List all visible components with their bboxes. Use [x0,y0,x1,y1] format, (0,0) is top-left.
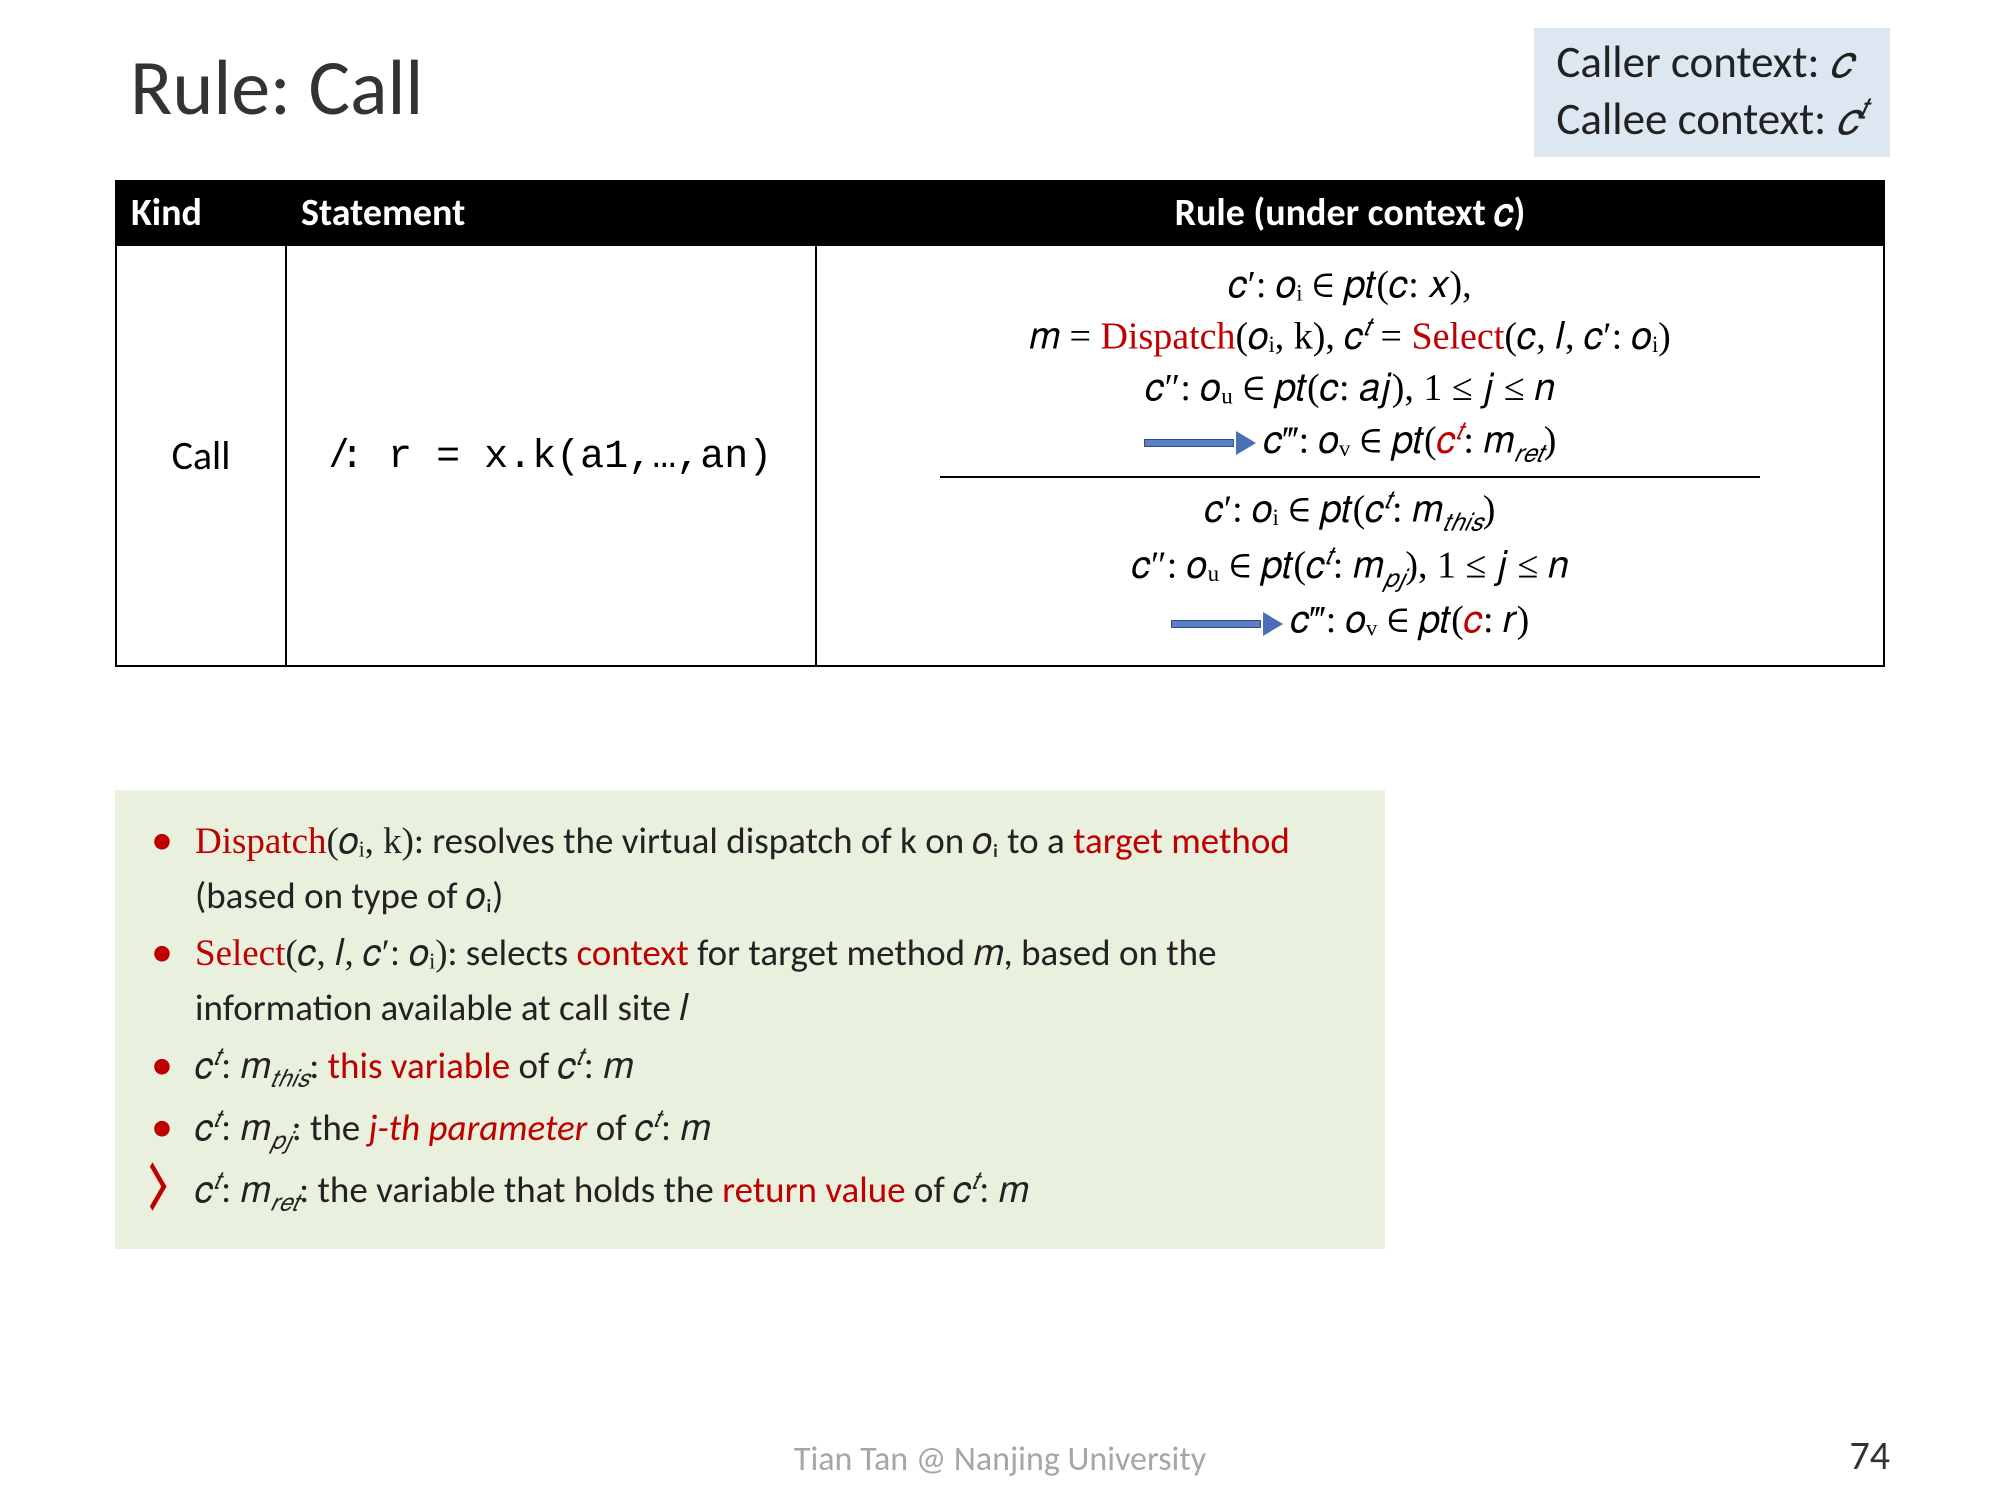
l5a: 𝑐′: 𝑜ᵢ ∈ 𝑝𝑡(𝑐 [1205,489,1385,531]
n4d: j-th parameter [369,1105,588,1150]
dispatch-fn: Dispatch [1100,316,1235,358]
l6c: ), 1 ≤ 𝑗 ≤ 𝑛 [1405,544,1568,586]
rule-premise-1: 𝑐′: 𝑜ᵢ ∈ 𝑝𝑡(𝑐: 𝑥), [1228,260,1471,311]
rule-concl-2: 𝑐″: 𝑜ᵤ ∈ 𝑝𝑡(𝑐𝑡: 𝑚𝑝𝑗), 1 ≤ 𝑗 ≤ 𝑛 [1132,540,1569,596]
stmt-l: 𝑙 [330,431,340,476]
arrow-icon [1171,615,1281,633]
n4e: of 𝑐 [587,1105,653,1150]
n1e: (based on type of 𝑜ᵢ) [195,873,503,918]
n5e: of 𝑐 [906,1167,972,1212]
n5b: : 𝑚 [221,1170,271,1211]
n5c: : the variable that holds the [299,1167,722,1212]
note-dispatch: Dispatch(𝑜ᵢ, k): resolves the virtual di… [139,814,1361,922]
l4sub: 𝑟𝑒𝑡 [1514,440,1543,467]
l4a: 𝑐‴: 𝑜ᵥ ∈ 𝑝𝑡( [1264,419,1437,461]
cell-rule: 𝑐′: 𝑜ᵢ ∈ 𝑝𝑡(𝑐: 𝑥), 𝑚 = Dispatch(𝑜ᵢ, k), … [817,246,1883,665]
n5sub: 𝑟𝑒𝑡 [271,1190,300,1216]
n4sub: 𝑝𝑗 [271,1128,292,1154]
note-mret: 𝑐𝑡: 𝑚𝑟𝑒𝑡: the variable that holds the re… [139,1163,1361,1221]
stmt-rest: : r = x.k(a1,…,an) [340,435,772,480]
rule-concl-1: 𝑐′: 𝑜ᵢ ∈ 𝑝𝑡(𝑐𝑡: 𝑚𝑡ℎ𝑖𝑠) [1205,484,1496,540]
rule-premise-2: 𝑚 = Dispatch(𝑜ᵢ, k), 𝑐𝑡 = Select(𝑐, 𝑙, 𝑐… [1029,311,1671,363]
notes-box: Dispatch(𝑜ᵢ, k): resolves the virtual di… [115,790,1385,1249]
cell-statement: 𝑙: r = x.k(a1,…,an) [287,246,817,665]
arrow-icon [1144,434,1254,452]
n1d: target method [1073,818,1290,863]
n3sup: 𝑡 [214,1044,221,1070]
slide-title: Rule: Call [130,40,423,135]
n2a: Select [195,933,285,974]
caller-context-row: Caller context: 𝑐 [1556,34,1868,91]
n4f: : 𝑚 [661,1108,711,1149]
l5c: ) [1483,489,1496,531]
rule-premise-3: 𝑐″: 𝑜ᵤ ∈ 𝑝𝑡(𝑐: 𝑎𝑗), 1 ≤ 𝑗 ≤ 𝑛 [1145,363,1554,414]
n1c: : resolves the virtual dispatch of k on … [414,818,1073,863]
cell-kind: Call [117,246,287,665]
l5b: : 𝑚 [1392,489,1443,531]
n3e: of 𝑐 [510,1043,576,1088]
n2b: (𝑐, 𝑙, 𝑐′: 𝑜ᵢ) [285,933,447,974]
n4a: 𝑐 [195,1108,214,1149]
l5sub: 𝑡ℎ𝑖𝑠 [1443,509,1483,536]
l2d: (𝑐, 𝑙, 𝑐′: 𝑜ᵢ) [1504,316,1671,358]
l6b: : 𝑚 [1333,544,1384,586]
n5sup2: 𝑡 [972,1169,979,1195]
n4sup2: 𝑡 [654,1106,661,1132]
l4ct: 𝑐 [1437,419,1456,461]
callee-context-row: Callee context: 𝑐𝑡 [1556,91,1868,148]
n5sup: 𝑡 [214,1169,221,1195]
callee-context-sym: 𝑐 [1836,94,1859,144]
note-mthis: 𝑐𝑡: 𝑚𝑡ℎ𝑖𝑠: this variable of 𝑐𝑡: 𝑚 [139,1039,1361,1097]
l4b: : 𝑚 [1463,419,1514,461]
select-fn: Select [1411,316,1504,358]
rule-concl-3: 𝑐‴: 𝑜ᵥ ∈ 𝑝𝑡(𝑐: 𝑟) [1171,595,1530,646]
caller-context-label: Caller context: [1556,35,1829,90]
l7b: : 𝑟) [1483,599,1529,641]
l4c: ) [1544,419,1557,461]
note-select: Select(𝑐, 𝑙, 𝑐′: 𝑜ᵢ): selects context fo… [139,926,1361,1034]
table-header: Kind Statement Rule (under context 𝑐) [117,180,1883,246]
rule-table: Kind Statement Rule (under context 𝑐) Ca… [115,180,1885,667]
rule-premise-4: 𝑐‴: 𝑜ᵥ ∈ 𝑝𝑡(𝑐𝑡: 𝑚𝑟𝑒𝑡) [1144,415,1557,471]
n3d: this variable [328,1043,511,1088]
l2a: 𝑚 = [1029,316,1100,358]
n3a: 𝑐 [195,1046,214,1087]
n3c: : [309,1043,327,1088]
n1b: (𝑜ᵢ, k) [327,821,414,862]
l2b: (𝑜ᵢ, k), 𝑐 [1236,316,1364,358]
page-number: 74 [1849,1431,1890,1480]
l7a: 𝑐‴: 𝑜ᵥ ∈ 𝑝𝑡( [1291,599,1464,641]
context-legend-box: Caller context: 𝑐 Callee context: 𝑐𝑡 [1534,28,1890,157]
l7c: 𝑐 [1464,599,1483,641]
l5sup: 𝑡 [1385,487,1392,514]
l6sub: 𝑝𝑗 [1384,565,1406,592]
n3b: : 𝑚 [221,1046,271,1087]
inference-line [940,476,1760,478]
n3f: : 𝑚 [584,1046,634,1087]
n5d: return value [722,1167,905,1212]
l2c: = [1371,316,1411,358]
table-row: Call 𝑙: r = x.k(a1,…,an) 𝑐′: 𝑜ᵢ ∈ 𝑝𝑡(𝑐: … [117,246,1883,665]
n4c: : the [292,1105,369,1150]
l6sup: 𝑡 [1325,543,1332,570]
n3sub: 𝑡ℎ𝑖𝑠 [271,1066,310,1092]
th-statement: Statement [287,180,817,246]
callee-context-label: Callee context: [1556,92,1836,147]
footer-text: Tian Tan @ Nanjing University [0,1439,2000,1480]
n3sup2: 𝑡 [576,1044,583,1070]
th-rule: Rule (under context 𝑐) [817,180,1883,246]
th-kind: Kind [117,180,287,246]
n4sup: 𝑡 [214,1106,221,1132]
n1a: Dispatch [195,821,327,862]
n2c: : selects [448,930,577,975]
n4b: : 𝑚 [221,1108,271,1149]
l2sup: 𝑡 [1364,314,1371,341]
n2d: context [576,930,688,975]
note-mpj: 𝑐𝑡: 𝑚𝑝𝑗: the j-th parameter of 𝑐𝑡: 𝑚 [139,1101,1361,1159]
caller-context-sym: 𝑐 [1830,37,1853,87]
n5a: 𝑐 [195,1170,214,1211]
callee-context-sup: 𝑡 [1859,93,1868,125]
l6a: 𝑐″: 𝑜ᵤ ∈ 𝑝𝑡(𝑐 [1132,544,1326,586]
n5f: : 𝑚 [979,1170,1029,1211]
